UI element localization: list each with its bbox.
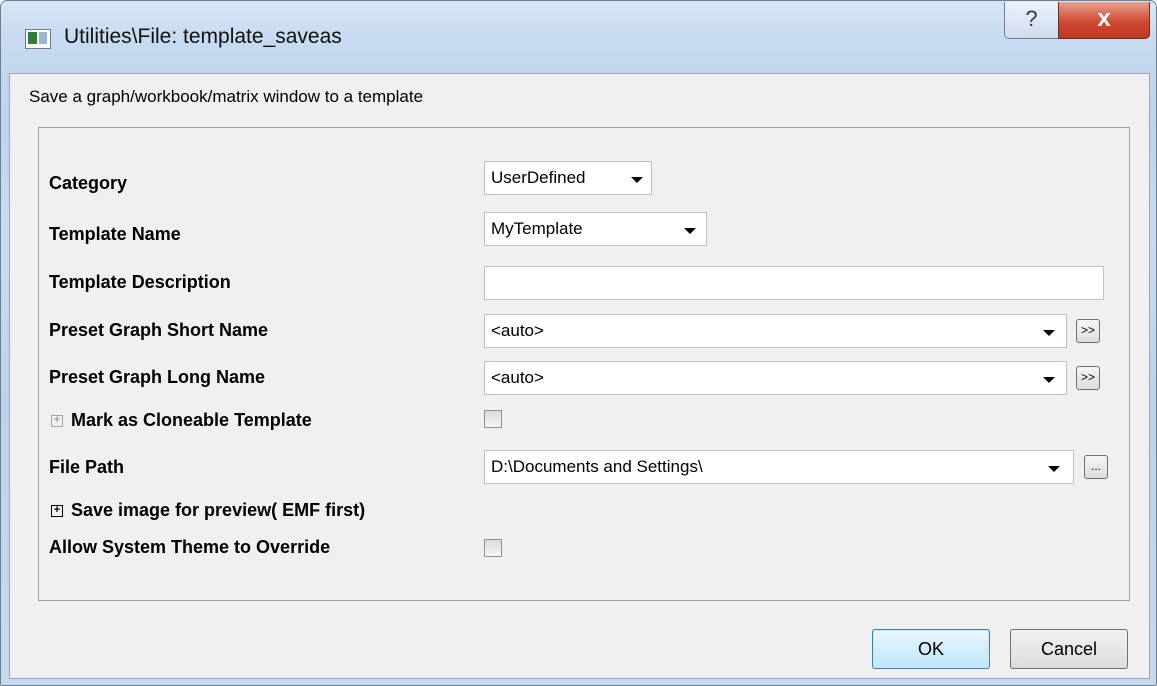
chevron-down-icon bbox=[1043, 377, 1055, 383]
file-path-value: D:\Documents and Settings\ bbox=[491, 457, 703, 476]
preset-short-name-value: <auto> bbox=[491, 321, 544, 340]
chevron-down-icon bbox=[1043, 330, 1055, 336]
preset-long-name-label: Preset Graph Long Name bbox=[49, 367, 266, 387]
window-title: Utilities\File: template_saveas bbox=[64, 25, 342, 48]
browse-button[interactable]: ... bbox=[1084, 455, 1108, 479]
template-description-input[interactable] bbox=[484, 266, 1104, 300]
chevron-down-icon bbox=[1048, 466, 1060, 472]
preset-long-name-expand-button[interactable]: >> bbox=[1076, 366, 1100, 390]
template-description-label: Template Description bbox=[49, 272, 231, 292]
preset-long-name-dropdown[interactable]: <auto> bbox=[484, 361, 1067, 395]
allow-theme-checkbox[interactable] bbox=[484, 539, 502, 557]
preset-short-name-label: Preset Graph Short Name bbox=[49, 320, 269, 340]
template-name-dropdown[interactable]: MyTemplate bbox=[484, 212, 707, 246]
template-name-value: MyTemplate bbox=[491, 219, 583, 238]
file-path-dropdown[interactable]: D:\Documents and Settings\ bbox=[484, 450, 1074, 484]
help-button[interactable]: ? bbox=[1004, 2, 1059, 39]
save-image-label[interactable]: Save image for preview( EMF first) bbox=[71, 500, 365, 521]
mark-cloneable-checkbox[interactable] bbox=[484, 410, 502, 428]
dialog-description: Save a graph/workbook/matrix window to a… bbox=[29, 87, 424, 106]
chevron-down-icon bbox=[631, 177, 643, 183]
title-bar[interactable]: Utilities\File: template_saveas ? x bbox=[1, 1, 1156, 73]
dialog-window: Utilities\File: template_saveas ? x Save… bbox=[0, 0, 1157, 686]
close-button[interactable]: x bbox=[1058, 2, 1150, 39]
file-path-label: File Path bbox=[49, 457, 125, 477]
category-label: Category bbox=[49, 173, 128, 193]
plus-expander-icon[interactable]: + bbox=[51, 505, 63, 517]
preset-short-name-expand-button[interactable]: >> bbox=[1076, 319, 1100, 343]
category-dropdown[interactable]: UserDefined bbox=[484, 161, 652, 195]
chevron-down-icon bbox=[684, 228, 696, 234]
ok-button[interactable]: OK bbox=[872, 629, 990, 669]
category-value: UserDefined bbox=[491, 168, 586, 187]
mark-cloneable-label: Mark as Cloneable Template bbox=[71, 410, 312, 430]
allow-theme-label: Allow System Theme to Override bbox=[49, 537, 331, 557]
app-window-icon bbox=[25, 29, 51, 49]
cancel-button[interactable]: Cancel bbox=[1010, 629, 1128, 669]
preset-long-name-value: <auto> bbox=[491, 368, 544, 387]
plus-expander-icon[interactable]: + bbox=[51, 415, 63, 427]
preset-short-name-dropdown[interactable]: <auto> bbox=[484, 314, 1067, 348]
template-name-label: Template Name bbox=[49, 224, 181, 244]
